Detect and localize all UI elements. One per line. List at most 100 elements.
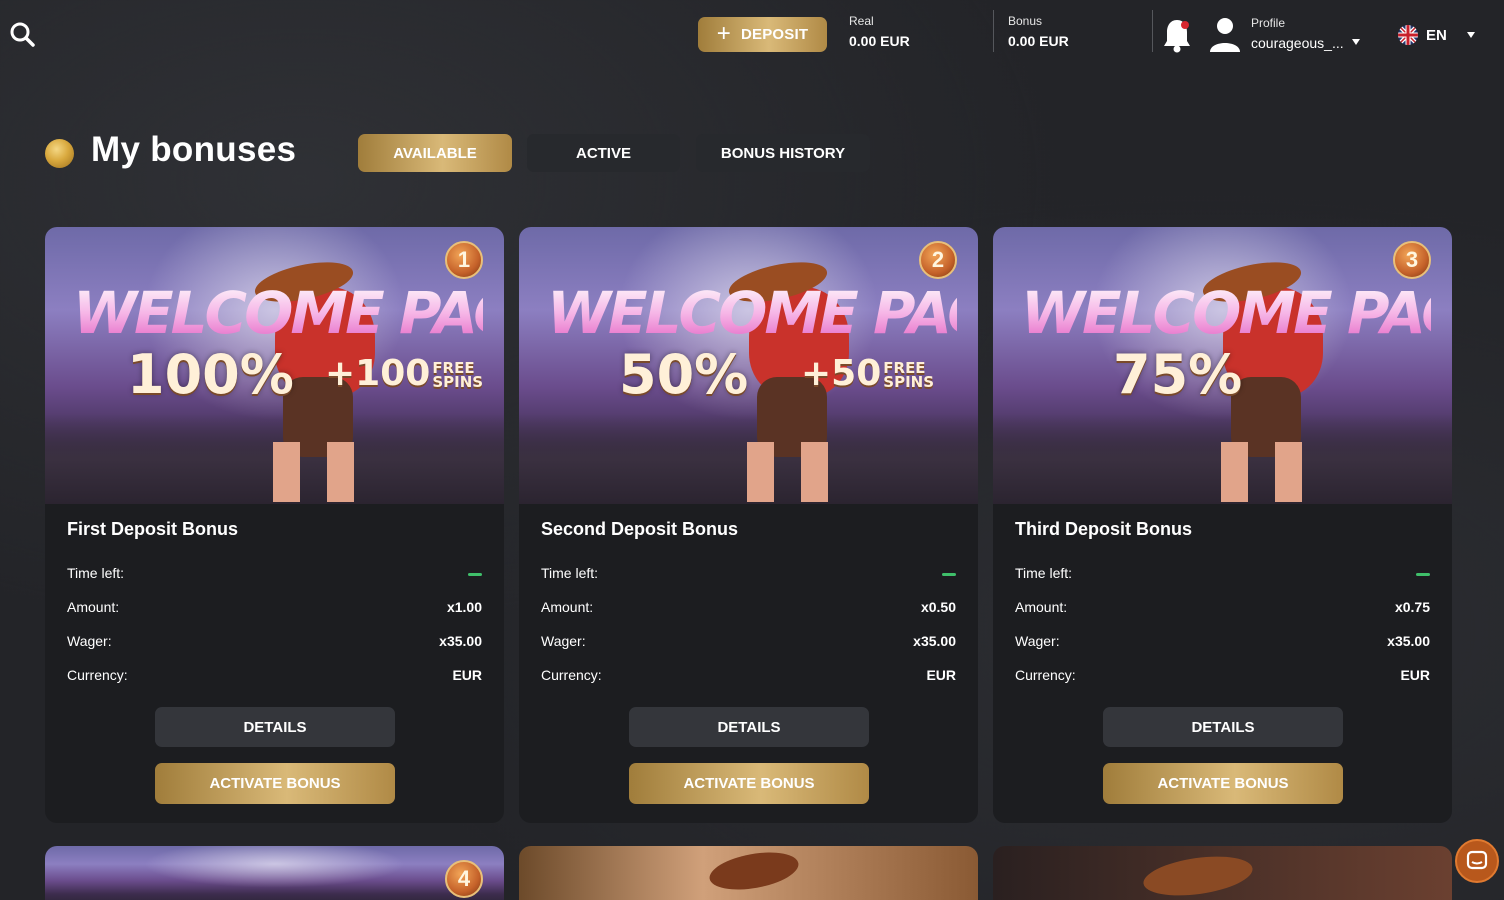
character-illustration [706,846,802,896]
divider [1152,10,1153,52]
bonus-banner: WELCOME PACK 100% +100FREESPINS 1 [45,227,504,504]
banner-title: WELCOME PACK [1021,279,1452,347]
amount-value: x0.75 [1394,599,1430,615]
bonus-balance: Bonus 0.00 EUR [1008,14,1069,49]
banner-spins-count: +50 [801,353,882,394]
bonus-balance-label: Bonus [1008,14,1043,28]
wager-label: Wager: [541,633,586,649]
currency-value: EUR [1400,667,1430,683]
coin-icon [45,139,74,168]
currency-value: EUR [926,667,956,683]
currency-label: Currency: [1015,667,1076,683]
banner-spins: +100 FREE SPINS [325,353,483,394]
banner-percent: 50% [619,343,749,406]
medal-badge: 1 [445,241,483,279]
wager-label: Wager: [1015,633,1060,649]
profile-menu[interactable]: Profile courageous_... [1251,16,1344,51]
currency-row: Currency: EUR [67,667,482,683]
amount-value: x1.00 [446,599,482,615]
time-left-row: Time left: [67,565,482,581]
time-left-label: Time left: [1015,565,1073,581]
chat-button[interactable] [1455,839,1499,883]
tab-bonus-history[interactable]: BONUS HISTORY [696,134,870,172]
real-balance-label: Real [849,14,874,28]
amount-row: Amount: x0.50 [541,599,956,615]
time-left-row: Time left: [541,565,956,581]
bonus-card-partial: 4 [45,846,504,900]
uk-flag-icon [1398,25,1418,45]
banner-spins-label: SPINS [432,373,484,391]
chevron-down-icon [1466,32,1475,38]
currency-label: Currency: [541,667,602,683]
activate-bonus-button[interactable]: ACTIVATE BONUS [629,763,869,804]
banner-spins: +50 FREE SPINS [801,353,934,394]
activate-bonus-button[interactable]: ACTIVATE BONUS [155,763,395,804]
tab-available[interactable]: AVAILABLE [358,134,512,172]
chat-icon [1466,850,1488,870]
medal-badge: 4 [445,860,483,898]
profile-label: Profile [1251,16,1286,30]
time-left-indicator [468,573,482,576]
banner-percent: 75% [1113,343,1243,406]
time-left-indicator [942,573,956,576]
chevron-down-icon[interactable] [1352,39,1360,45]
banner-title: WELCOME PACK [73,279,504,347]
bonus-card-partial [993,846,1452,900]
notifications-button[interactable] [1162,16,1192,54]
language-selector[interactable]: EN [1390,17,1482,53]
details-button[interactable]: DETAILS [155,707,395,747]
wager-row: Wager: x35.00 [541,633,956,649]
wager-label: Wager: [67,633,112,649]
tab-label: BONUS HISTORY [720,144,846,162]
divider [993,10,994,52]
currency-row: Currency: EUR [1015,667,1430,683]
deposit-button[interactable]: + DEPOSIT [698,17,827,52]
medal-badge: 2 [919,241,957,279]
time-left-row: Time left: [1015,565,1430,581]
bonus-balance-value: 0.00 EUR [1008,33,1069,49]
card-title: First Deposit Bonus [67,519,239,539]
amount-row: Amount: x0.75 [1015,599,1430,615]
plus-icon: + [716,19,731,47]
bonus-card: WELCOME PACK 50% +50FREESPINS 2 Second D… [519,227,978,823]
character-illustration [1141,850,1255,900]
time-left-label: Time left: [541,565,599,581]
currency-value: EUR [452,667,482,683]
real-balance-value: 0.00 EUR [849,33,910,49]
tab-label: AVAILABLE [393,144,477,162]
time-left-label: Time left: [67,565,125,581]
time-left-indicator [1416,573,1430,576]
banner-spins-label: SPINS [883,373,935,391]
currency-label: Currency: [67,667,128,683]
bonus-banner: WELCOME PACK 75% 3 [993,227,1452,504]
amount-value: x0.50 [920,599,956,615]
amount-row: Amount: x1.00 [67,599,482,615]
currency-row: Currency: EUR [541,667,956,683]
details-button[interactable]: DETAILS [629,707,869,747]
banner-title: WELCOME PACK [547,279,978,347]
wager-value: x35.00 [1387,633,1430,649]
amount-label: Amount: [67,599,120,615]
wager-row: Wager: x35.00 [1015,633,1430,649]
wager-value: x35.00 [913,633,956,649]
card-title: Third Deposit Bonus [1015,519,1192,539]
deposit-label: DEPOSIT [740,26,809,43]
tab-active[interactable]: ACTIVE [527,134,680,172]
amount-label: Amount: [1015,599,1068,615]
user-icon [1210,18,1240,52]
activate-bonus-button[interactable]: ACTIVATE BONUS [1103,763,1343,804]
page-title: My bonuses [91,130,297,169]
bonus-card-partial [519,846,978,900]
tab-label: ACTIVE [575,144,631,162]
card-title: Second Deposit Bonus [541,519,739,539]
bonus-card: WELCOME PACK 100% +100FREESPINS 1 First … [45,227,504,823]
bonus-card: WELCOME PACK 75% 3 Third Deposit Bonus T… [993,227,1452,823]
banner-spins-count: +100 [325,353,431,394]
avatar[interactable] [1208,16,1242,54]
banner-percent: 100% [127,343,294,406]
wager-row: Wager: x35.00 [67,633,482,649]
details-button[interactable]: DETAILS [1103,707,1343,747]
bell-icon [1164,20,1190,53]
bonus-banner: WELCOME PACK 50% +50FREESPINS 2 [519,227,978,504]
search-button[interactable] [8,20,36,48]
